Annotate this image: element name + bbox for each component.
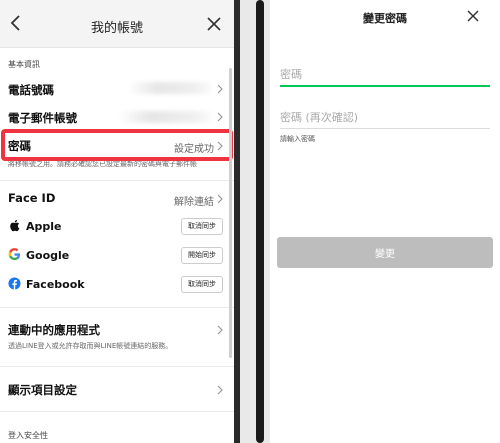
device-bezel [256, 0, 264, 443]
password-row-highlight [1, 129, 233, 161]
display-settings-label: 顯示項目設定 [8, 383, 77, 397]
linked-apps-note: 透過LINE登入或允許存取而與LINE帳號連結的服務。 [8, 342, 173, 350]
divider [0, 366, 234, 367]
phone-value-blurred [128, 82, 212, 94]
divider [0, 180, 234, 181]
chevron-right-icon [217, 84, 223, 94]
phone-label: 電話號碼 [8, 83, 54, 97]
chevron-right-icon [217, 194, 223, 204]
linked-apps-label: 連動中的應用程式 [8, 323, 100, 337]
facebook-unlink-button[interactable]: 取消同步 [181, 276, 223, 293]
scrollbar[interactable] [229, 68, 232, 358]
password-confirm-input[interactable] [280, 109, 490, 125]
password-input-underline [280, 85, 490, 87]
my-account-screen: 我的帳號 基本資訊 電話號碼 電子郵件帳號 密碼 設定成功 將移帳號之用。請務必… [0, 0, 234, 443]
email-label: 電子郵件帳號 [8, 111, 77, 125]
change-password-button[interactable]: 變更 [277, 237, 493, 268]
facebook-icon [8, 277, 21, 290]
account-header: 我的帳號 [0, 0, 234, 48]
divider [0, 411, 234, 412]
google-icon [8, 248, 21, 261]
close-icon[interactable] [466, 9, 480, 23]
password-input[interactable] [280, 66, 490, 82]
faceid-status: 解除連結 [174, 197, 214, 208]
chevron-right-icon [217, 385, 223, 395]
change-password-screen: 變更密碼 請輸入密碼 變更 [270, 0, 500, 443]
apple-unlink-button[interactable]: 取消同步 [181, 218, 223, 235]
email-value-blurred [118, 111, 212, 123]
apple-icon [10, 219, 20, 232]
divider [0, 307, 234, 308]
password-hint: 請輸入密碼 [280, 135, 315, 143]
login-security-section-label: 登入安全性 [8, 431, 48, 440]
faceid-label: Face ID [8, 191, 56, 205]
chevron-right-icon [217, 325, 223, 335]
basic-info-section-label: 基本資訊 [8, 60, 40, 69]
apple-label: Apple [26, 220, 62, 233]
facebook-label: Facebook [26, 278, 85, 291]
close-icon[interactable] [204, 14, 224, 34]
google-link-button[interactable]: 開始同步 [181, 247, 223, 264]
device-bezel [234, 0, 240, 443]
page-title: 我的帳號 [90, 21, 143, 36]
chevron-right-icon [217, 112, 223, 122]
password-confirm-underline [280, 128, 490, 129]
google-label: Google [26, 249, 70, 262]
